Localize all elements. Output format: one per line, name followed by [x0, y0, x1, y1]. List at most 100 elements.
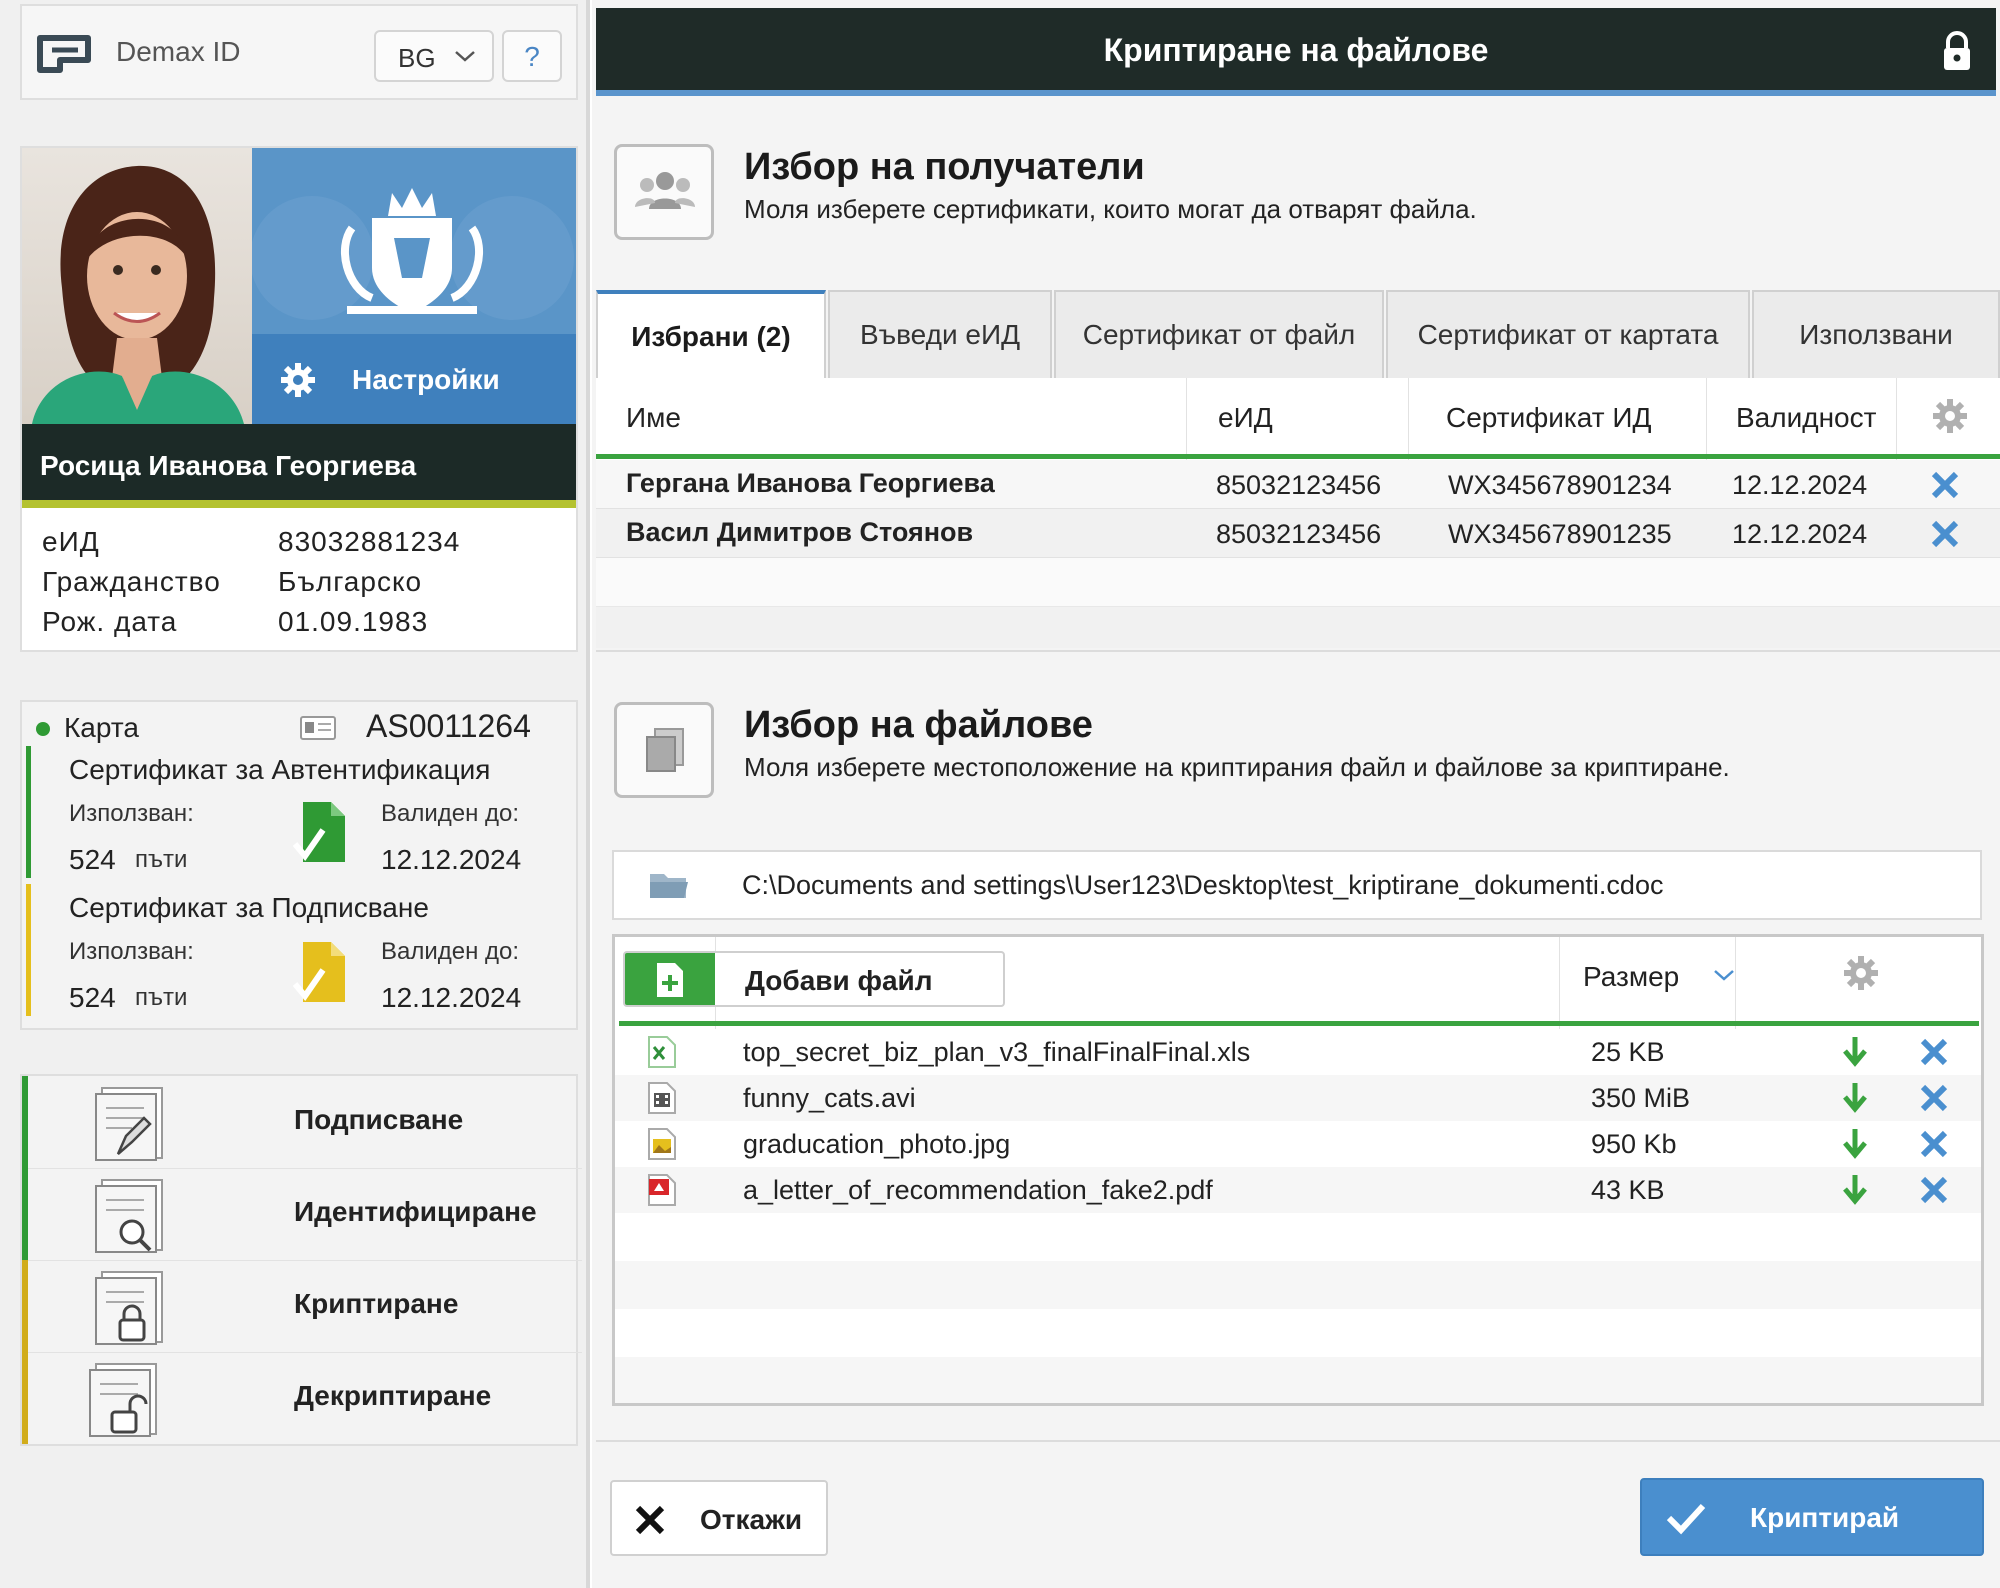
output-path: C:\Documents and settings\User123\Deskto…	[742, 870, 1664, 900]
image-file-icon	[648, 1128, 676, 1160]
tab-enter-eid[interactable]: Въведи еИД	[828, 290, 1052, 378]
recipient-cert-id: WX345678901234	[1448, 470, 1672, 500]
download-icon[interactable]	[1841, 1081, 1869, 1115]
column-cert-id[interactable]: Сертификат ИД	[1446, 402, 1651, 434]
file-row[interactable]: graducation_photo.jpg 950 Kb	[615, 1121, 1981, 1168]
file-row-empty	[615, 1357, 1981, 1403]
files-title: Избор на файлове	[744, 704, 1093, 746]
birthdate-value: 01.09.1983	[278, 606, 429, 637]
cert-valid-label: Валиден до:	[381, 938, 520, 965]
remove-icon[interactable]	[1919, 1083, 1949, 1113]
tab-used[interactable]: Използвани	[1752, 290, 2000, 378]
add-file-icon	[657, 963, 683, 997]
recipients-section-icon	[614, 144, 714, 240]
file-row[interactable]: a_letter_of_recommendation_fake2.pdf 43 …	[615, 1167, 1981, 1214]
cert-used-count: 524	[69, 844, 116, 875]
remove-icon[interactable]	[1930, 519, 1960, 549]
video-file-icon	[648, 1082, 676, 1114]
card-status-dot	[36, 722, 50, 736]
recipient-validity: 12.12.2024	[1732, 519, 1868, 549]
column-eid[interactable]: еИД	[1218, 402, 1273, 434]
cert-used-label: Използван:	[69, 800, 194, 827]
column-name[interactable]: Име	[626, 402, 681, 434]
action-label: Декриптиране	[294, 1380, 492, 1411]
column-settings-icon[interactable]	[1932, 398, 1968, 434]
file-name: funny_cats.avi	[743, 1083, 916, 1113]
main-panel: Криптиране на файлове Избор на получател…	[592, 0, 2000, 1588]
demax-logo-icon	[37, 35, 91, 73]
sort-chevron-icon[interactable]	[1713, 967, 1735, 983]
download-icon[interactable]	[1841, 1173, 1869, 1207]
cancel-button[interactable]: Откажи	[610, 1480, 828, 1556]
settings-button[interactable]: Настройки	[252, 334, 576, 424]
add-file-button[interactable]: Добави файл	[623, 951, 1005, 1007]
settings-label: Настройки	[352, 364, 500, 395]
add-file-label: Добави файл	[745, 965, 933, 996]
cert-title: Сертификат за Подписване	[69, 892, 429, 923]
remove-icon[interactable]	[1930, 470, 1960, 500]
recipient-eid: 85032123456	[1216, 519, 1382, 549]
encrypt-document-icon	[95, 1271, 163, 1345]
birthdate-label: Рож. дата	[42, 606, 178, 637]
recipient-tabs: Избрани (2) Въведи еИД Сертификат от фай…	[596, 290, 2000, 378]
cert-valid-date: 12.12.2024	[381, 982, 522, 1013]
card-panel: Карта AS0011264 Сертификат за Автентифик…	[20, 700, 578, 1030]
cert-used-unit: пъти	[135, 846, 188, 873]
output-path-field[interactable]: C:\Documents and settings\User123\Deskto…	[612, 850, 1982, 920]
tab-selected[interactable]: Избрани (2)	[596, 290, 826, 378]
holder-name-bar: Росица Иванова Георгиева	[22, 424, 576, 508]
action-identify[interactable]: Идентифициране	[22, 1168, 582, 1261]
action-label: Идентифициране	[294, 1196, 537, 1227]
help-label: ?	[524, 41, 540, 72]
download-icon[interactable]	[1841, 1127, 1869, 1161]
help-button[interactable]: ?	[502, 30, 562, 82]
card-label: Карта	[64, 712, 139, 743]
remove-icon[interactable]	[1919, 1175, 1949, 1205]
excel-file-icon	[648, 1036, 676, 1068]
add-file-icon-box	[625, 953, 715, 1005]
encrypt-button[interactable]: Криптирай	[1640, 1478, 1984, 1556]
download-icon[interactable]	[1841, 1035, 1869, 1069]
action-decrypt[interactable]: Декриптиране	[22, 1352, 582, 1444]
gear-icon	[281, 363, 315, 397]
certificate-valid-icon	[293, 802, 345, 862]
tab-cert-from-file[interactable]: Сертификат от файл	[1054, 290, 1384, 378]
sign-certificate: Сертификат за Подписване Използван: 524 …	[26, 884, 579, 1016]
tab-cert-from-card[interactable]: Сертификат от картата	[1386, 290, 1750, 378]
citizenship-label: Гражданство	[42, 566, 221, 597]
app-name: Demax ID	[116, 36, 241, 67]
sign-document-icon	[95, 1087, 163, 1161]
recipient-validity: 12.12.2024	[1732, 470, 1868, 500]
action-sign[interactable]: Подписване	[22, 1076, 582, 1169]
recipient-name: Васил Димитров Стоянов	[626, 517, 974, 547]
folder-icon[interactable]	[648, 870, 690, 902]
file-row-empty	[615, 1261, 1981, 1310]
remove-icon[interactable]	[1919, 1129, 1949, 1159]
column-validity[interactable]: Валидност	[1736, 402, 1876, 434]
table-row-empty	[596, 607, 2000, 648]
eid-label: еИД	[42, 526, 100, 557]
cert-valid-label: Валиден до:	[381, 800, 520, 827]
column-size[interactable]: Размер	[1583, 961, 1679, 993]
files-description: Моля изберете местоположение на криптира…	[744, 752, 1730, 782]
action-encrypt[interactable]: Криптиране	[22, 1260, 582, 1353]
files-icon	[646, 728, 684, 772]
recipient-cert-id: WX345678901235	[1448, 519, 1672, 549]
file-row[interactable]: funny_cats.avi 350 MiB	[615, 1075, 1981, 1122]
action-label: Криптиране	[294, 1288, 459, 1319]
citizenship-value: Българско	[278, 566, 423, 597]
table-row[interactable]: Гергана Иванова Георгиева 85032123456 WX…	[596, 460, 2000, 509]
language-selector[interactable]: BG	[374, 30, 494, 82]
file-size: 25 KB	[1591, 1037, 1665, 1067]
identify-document-icon	[95, 1179, 163, 1253]
remove-icon[interactable]	[1919, 1037, 1949, 1067]
decrypt-document-icon	[89, 1363, 157, 1437]
column-settings-icon[interactable]	[1843, 955, 1879, 991]
window-title: Криптиране на файлове	[1103, 32, 1489, 68]
table-row[interactable]: Васил Димитров Стоянов 85032123456 WX345…	[596, 509, 2000, 558]
file-row[interactable]: top_secret_biz_plan_v3_finalFinalFinal.x…	[615, 1029, 1981, 1076]
files-section-icon	[614, 702, 714, 798]
coat-of-arms-area	[252, 148, 576, 334]
chevron-down-icon	[455, 51, 475, 62]
language-label: BG	[398, 43, 436, 73]
